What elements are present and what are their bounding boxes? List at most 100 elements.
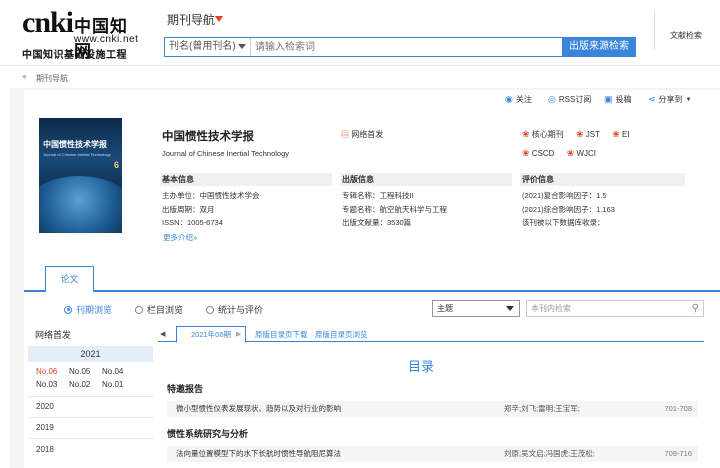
in-journal-search-placeholder: 本刊内检索 xyxy=(531,304,571,313)
stats-label: 统计与评价 xyxy=(218,305,264,315)
evaluation-heading: 评价信息 xyxy=(520,173,685,186)
divider xyxy=(28,396,153,397)
host-unit: 主办单位：中国惯性技术学会 xyxy=(162,191,260,200)
cnki-logo[interactable]: cnki 中国知网 www.cnki.net 中国知识基础设施工程 xyxy=(22,6,140,63)
indexed-databases: 该刊被以下数据库收录： xyxy=(522,218,605,227)
rss-button[interactable]: ◎ RSS订阅 xyxy=(548,94,591,105)
search-input[interactable] xyxy=(255,38,555,56)
radio-icon xyxy=(206,305,214,314)
breadcrumb[interactable]: 期刊导航 xyxy=(36,73,68,84)
earth-image xyxy=(39,176,122,233)
rss-label: RSS订阅 xyxy=(558,95,592,104)
document-icon: ▤ xyxy=(341,130,349,139)
breadcrumb-bar xyxy=(0,66,720,88)
article-pages: 709-716 xyxy=(664,449,692,458)
submit-button[interactable]: ▣ 投稿 xyxy=(604,94,632,105)
comprehensive-impact-factor: (2021)综合影响因子：1.163 xyxy=(522,204,615,214)
toc-browse-link[interactable]: 原版目录页浏览 xyxy=(315,329,368,340)
radio-icon xyxy=(135,305,143,314)
topic-name: 专题名称：航空航天科学与工程 xyxy=(342,204,447,214)
badge-ei: ❀ EI xyxy=(612,129,630,139)
in-journal-search[interactable]: 本刊内检索 ⚲ xyxy=(526,300,704,317)
issue-link[interactable]: No.06 xyxy=(36,365,69,378)
toc-section-heading: 惯性系统研究与分析 xyxy=(167,429,249,439)
badge-icon: ❀ xyxy=(612,129,620,139)
next-issue-arrow-icon[interactable]: ▶ xyxy=(236,330,241,338)
publish-period: 出版周期：双月 xyxy=(162,204,215,214)
article-authors: 刘原;吴文启;冯国虎;王茂松; xyxy=(504,449,595,458)
basic-info-heading: 基本信息 xyxy=(160,173,332,186)
year-2021[interactable]: 2021 xyxy=(28,346,153,362)
journal-nav-title[interactable]: 期刊导航 xyxy=(167,11,215,28)
network-first-label: 网络首发 xyxy=(351,130,384,139)
tab-papers[interactable]: 论文 xyxy=(45,266,94,293)
browse-by-issue-radio[interactable]: 刊期浏览 xyxy=(64,303,112,316)
pub-info: 专辑名称：工程科技II 专题名称：航空航天科学与工程 出版文献量：3530篇 xyxy=(342,189,447,230)
issue-link[interactable]: No.05 xyxy=(69,365,102,378)
divider xyxy=(28,417,153,418)
logo-url: www.cnki.net xyxy=(74,34,139,45)
badge-jst: ❀ JST xyxy=(576,129,601,139)
year-2020[interactable]: 2020 xyxy=(36,402,54,411)
article-title[interactable]: 法向量位置模型下的水下长航时惯性导航阻尼算法 xyxy=(176,446,341,462)
issue-link[interactable]: No.02 xyxy=(69,378,102,391)
submit-label: 投稿 xyxy=(615,95,632,104)
literature-search-link[interactable]: 文献检索 xyxy=(670,30,702,41)
browse-by-issue-label: 刊期浏览 xyxy=(76,305,113,315)
article-pages: 701-708 xyxy=(664,404,692,413)
submit-icon: ▣ xyxy=(604,94,613,104)
share-icon: ⋖ xyxy=(648,94,656,104)
badge-icon: ❀ xyxy=(522,148,530,158)
issue-link[interactable]: No.04 xyxy=(102,365,135,378)
search-field-select[interactable]: 刊名(曾用刊名) xyxy=(165,38,251,56)
theme-select[interactable]: 主题 xyxy=(432,300,520,317)
search-box: 刊名(曾用刊名) 出版来源检索 xyxy=(164,37,636,57)
more-intro-link[interactable]: 更多介绍» xyxy=(163,232,197,243)
dropdown-triangle-icon[interactable] xyxy=(215,16,223,22)
search-field-label: 刊名(曾用刊名) xyxy=(169,41,236,52)
year-2018[interactable]: 2018 xyxy=(36,445,54,454)
basic-info: 主办单位：中国惯性技术学会 出版周期：双月 ISSN：1005-6734 xyxy=(162,189,260,230)
issue-grid: No.06 No.05 No.04 No.03 No.02 No.01 xyxy=(36,365,151,391)
article-row[interactable]: 微小型惯性仪表发展现状、趋势以及对行业的影响 郑辛;刘飞;雷明;王宝军; 701… xyxy=(167,401,698,417)
browse-by-column-radio[interactable]: 栏目浏览 xyxy=(135,303,183,316)
year-2019[interactable]: 2019 xyxy=(36,423,54,432)
pub-info-heading: 出版信息 xyxy=(340,173,512,186)
issue-link[interactable]: No.01 xyxy=(102,378,135,391)
badge-icon: ❀ xyxy=(522,129,530,139)
issn: ISSN：1005-6734 xyxy=(162,218,223,227)
badge-core: ❀ 核心期刊 xyxy=(522,129,564,139)
article-title[interactable]: 微小型惯性仪表发展现状、趋势以及对行业的影响 xyxy=(176,401,341,417)
journal-cover[interactable]: 中国惯性技术学报 Journal of Chinese Inertial Tec… xyxy=(39,118,122,233)
search-icon[interactable]: ⚲ xyxy=(692,301,699,316)
article-row[interactable]: 法向量位置模型下的水下长航时惯性导航阻尼算法 刘原;吴文启;冯国虎;王茂松; 7… xyxy=(167,446,698,462)
badge-wjci: ❀ WJCI xyxy=(566,148,597,158)
badge-icon: ❀ xyxy=(576,129,584,139)
source-search-button[interactable]: 出版来源检索 xyxy=(562,37,636,57)
series-name: 专辑名称：工程科技II xyxy=(342,191,414,200)
stats-radio[interactable]: 统计与评价 xyxy=(206,303,263,316)
eye-icon: ◉ xyxy=(505,94,513,104)
theme-select-value: 主题 xyxy=(437,304,453,313)
divider xyxy=(28,438,153,439)
evaluation-info: (2021)复合影响因子：1.5 (2021)综合影响因子：1.163 该刊被以… xyxy=(522,189,615,230)
prev-issue-arrow-icon[interactable]: ◀ xyxy=(160,330,165,338)
badge-cscd: ❀ CSCD xyxy=(522,148,555,158)
header-divider xyxy=(654,12,655,50)
toc-download-link[interactable]: 原版目录页下载 xyxy=(255,329,308,340)
issue-link[interactable]: No.03 xyxy=(36,378,69,391)
logo-subtitle: 中国知识基础设施工程 xyxy=(22,50,127,61)
share-button[interactable]: ⋖ 分享到 ▼ xyxy=(648,94,692,105)
chevron-down-icon: ▼ xyxy=(685,96,692,103)
paper-count: 出版文献量：3530篇 xyxy=(342,218,412,227)
network-first-nav[interactable]: 网络首发 xyxy=(35,328,71,341)
follow-button[interactable]: ◉ 关注 xyxy=(505,94,532,105)
composite-impact-factor: (2021)复合影响因子：1.5 xyxy=(522,191,607,200)
tab-strip xyxy=(24,266,720,292)
browse-by-column-label: 栏目浏览 xyxy=(147,305,184,315)
article-authors: 郑辛;刘飞;雷明;王宝军; xyxy=(504,404,580,413)
network-first-link[interactable]: ▤ 网络首发 xyxy=(341,129,383,140)
index-badges: ❀ 核心期刊 ❀ JST ❀ EI ❀ CSCD ❀ WJCI xyxy=(522,129,672,167)
logo-mark: cnki xyxy=(22,6,74,39)
share-label: 分享到 xyxy=(658,95,683,104)
